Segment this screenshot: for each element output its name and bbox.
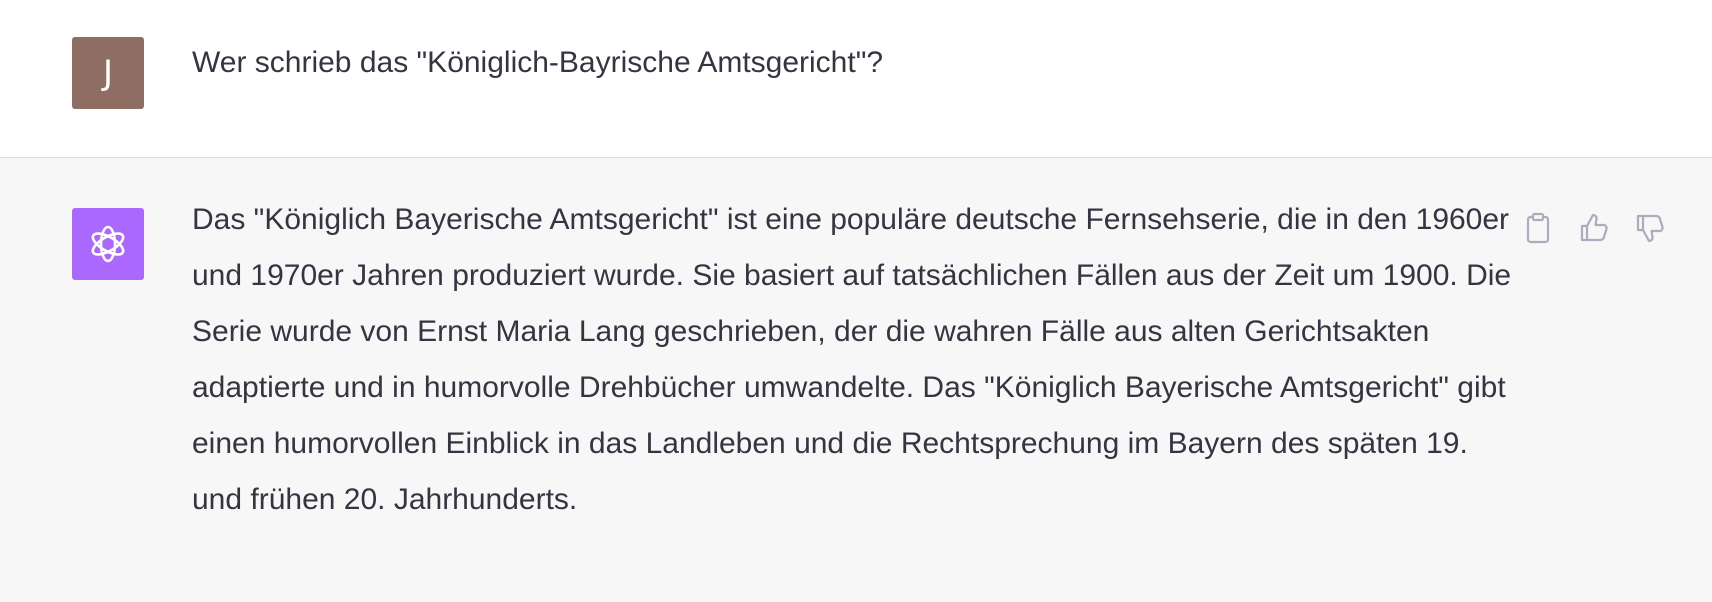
user-avatar-initial: J: [102, 53, 114, 93]
assistant-paragraph: Das "Königlich Bayerische Amtsgericht" i…: [192, 203, 1512, 516]
assistant-avatar: [72, 208, 144, 280]
assistant-message-row: Das "Königlich Bayerische Amtsgericht" i…: [0, 158, 1712, 602]
openai-logo-icon: [91, 225, 125, 263]
copy-button[interactable]: [1520, 210, 1556, 246]
conversation: J Wer schrieb das "Königlich-Bayrische A…: [0, 0, 1712, 602]
thumbs-up-icon: [1580, 213, 1608, 242]
user-avatar: J: [72, 37, 144, 109]
assistant-message-text: Das "Königlich Bayerische Amtsgericht" i…: [192, 192, 1512, 528]
thumbs-up-button[interactable]: [1576, 210, 1612, 246]
thumbs-down-icon: [1636, 214, 1664, 243]
user-message-text: Wer schrieb das "Königlich-Bayrische Amt…: [192, 46, 884, 79]
user-message-row: J Wer schrieb das "Königlich-Bayrische A…: [0, 0, 1712, 158]
clipboard-icon: [1526, 212, 1550, 244]
thumbs-down-button[interactable]: [1632, 210, 1668, 246]
message-actions: [1520, 210, 1668, 246]
